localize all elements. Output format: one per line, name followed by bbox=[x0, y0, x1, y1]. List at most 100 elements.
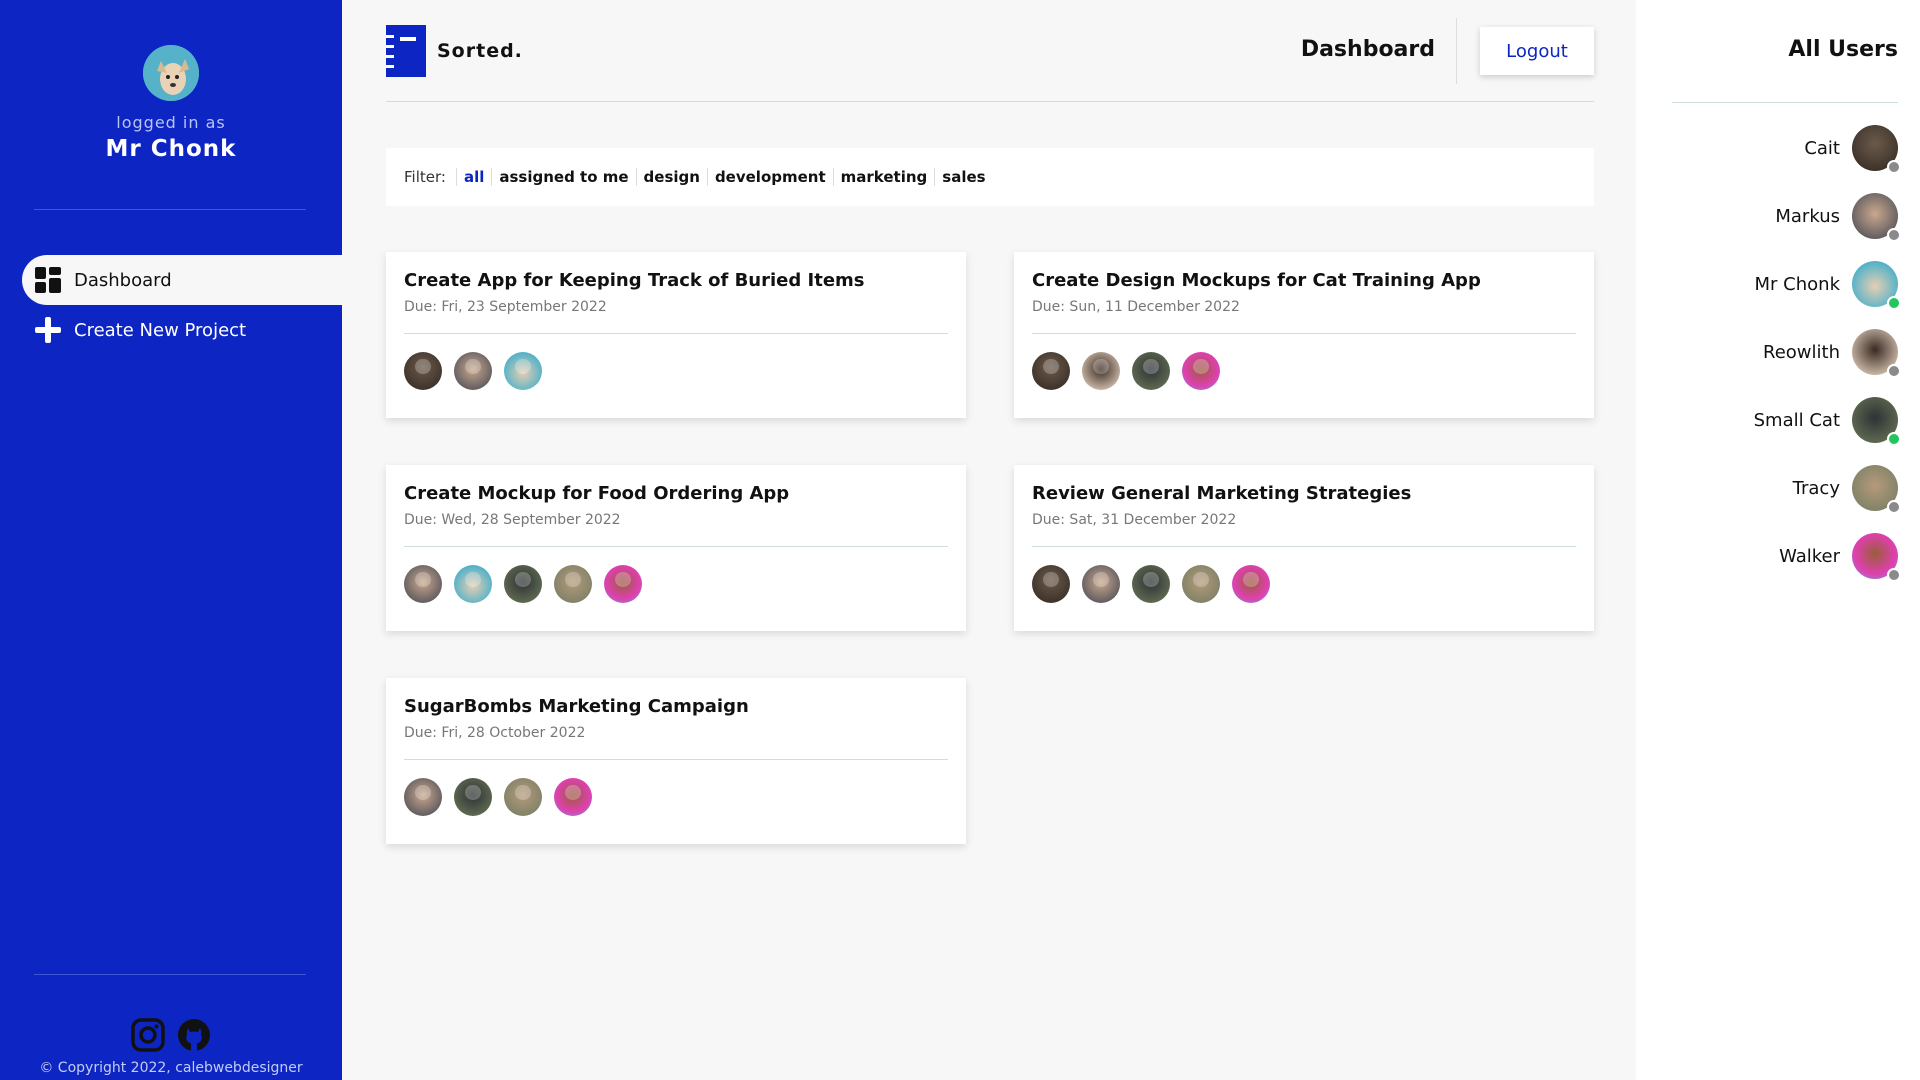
avatar bbox=[1852, 397, 1901, 446]
project-due-date: Due: Fri, 23 September 2022 bbox=[404, 299, 607, 315]
avatar-tracy[interactable] bbox=[554, 565, 592, 603]
avatar-small-cat[interactable] bbox=[454, 778, 492, 816]
status-online-indicator bbox=[1887, 296, 1901, 310]
sidebar-item-dashboard[interactable]: Dashboard bbox=[22, 255, 342, 305]
project-due-date: Due: Fri, 28 October 2022 bbox=[404, 725, 586, 741]
project-card[interactable]: Review General Marketing Strategies Due:… bbox=[1014, 465, 1594, 631]
top-bar: Sorted. Dashboard Logout bbox=[386, 0, 1594, 102]
avatar-markus[interactable] bbox=[1082, 565, 1120, 603]
user-name: Small Cat bbox=[1753, 409, 1840, 431]
sidebar-nav: Dashboard Create New Project bbox=[22, 255, 342, 355]
project-title: Create Design Mockups for Cat Training A… bbox=[1032, 270, 1481, 291]
avatar-reowlith[interactable] bbox=[1082, 352, 1120, 390]
avatar-mr-chonk[interactable] bbox=[504, 352, 542, 390]
user-item-reowlith[interactable]: Reowlith bbox=[1763, 329, 1901, 378]
card-divider bbox=[1032, 333, 1576, 334]
project-title: Create Mockup for Food Ordering App bbox=[404, 483, 790, 504]
dog-avatar-icon bbox=[143, 45, 199, 101]
assignee-list bbox=[404, 565, 948, 603]
sidebar-item-label: Create New Project bbox=[74, 319, 247, 341]
status-online-indicator bbox=[1887, 432, 1901, 446]
project-due-date: Due: Wed, 28 September 2022 bbox=[404, 512, 621, 528]
project-card[interactable]: SugarBombs Marketing Campaign Due: Fri, … bbox=[386, 678, 966, 844]
avatar bbox=[1852, 465, 1901, 514]
status-offline-indicator bbox=[1887, 364, 1901, 378]
avatar-markus[interactable] bbox=[454, 352, 492, 390]
assignee-list bbox=[1032, 352, 1576, 390]
avatar-walker[interactable] bbox=[1182, 352, 1220, 390]
avatar-mr-chonk[interactable] bbox=[454, 565, 492, 603]
avatar-cait[interactable] bbox=[404, 352, 442, 390]
status-offline-indicator bbox=[1887, 228, 1901, 242]
filter-option-all[interactable]: all bbox=[455, 168, 491, 186]
user-name: Reowlith bbox=[1763, 341, 1840, 363]
avatar-walker[interactable] bbox=[1232, 565, 1270, 603]
project-title: Review General Marketing Strategies bbox=[1032, 483, 1412, 504]
logout-button[interactable]: Logout bbox=[1480, 27, 1594, 75]
user-name: Markus bbox=[1775, 205, 1840, 227]
avatar-walker[interactable] bbox=[604, 565, 642, 603]
filter-label: Filter: bbox=[404, 168, 446, 186]
project-due-date: Due: Sat, 31 December 2022 bbox=[1032, 512, 1237, 528]
copyright: © Copyright 2022, calebwebdesigner bbox=[39, 1060, 303, 1076]
avatar bbox=[1852, 193, 1901, 242]
avatar-walker[interactable] bbox=[554, 778, 592, 816]
logo[interactable]: Sorted. bbox=[386, 25, 523, 77]
logged-in-label: logged in as bbox=[116, 113, 226, 132]
user-item-small-cat[interactable]: Small Cat bbox=[1753, 397, 1901, 446]
main-content: Sorted. Dashboard Logout Filter: all ass… bbox=[342, 0, 1636, 1080]
avatar-markus[interactable] bbox=[404, 565, 442, 603]
user-name: Tracy bbox=[1792, 477, 1840, 499]
filter-option-marketing[interactable]: marketing bbox=[832, 168, 935, 186]
status-offline-indicator bbox=[1887, 160, 1901, 174]
user-name: Cait bbox=[1804, 137, 1840, 159]
notebook-logo-icon bbox=[386, 25, 426, 77]
filter-option-design[interactable]: design bbox=[635, 168, 707, 186]
header-divider bbox=[1456, 18, 1457, 84]
sidebar-divider bbox=[34, 974, 306, 975]
avatar-markus[interactable] bbox=[404, 778, 442, 816]
users-panel-title: All Users bbox=[1788, 37, 1898, 62]
assignee-list bbox=[1032, 565, 1576, 603]
project-card[interactable]: Create Mockup for Food Ordering App Due:… bbox=[386, 465, 966, 631]
user-item-tracy[interactable]: Tracy bbox=[1792, 465, 1901, 514]
github-icon[interactable] bbox=[177, 1018, 211, 1052]
users-divider bbox=[1672, 102, 1898, 103]
plus-icon bbox=[34, 316, 62, 344]
avatar-tracy[interactable] bbox=[504, 778, 542, 816]
avatar-small-cat[interactable] bbox=[504, 565, 542, 603]
instagram-icon[interactable] bbox=[131, 1018, 165, 1052]
card-divider bbox=[404, 546, 948, 547]
current-user: logged in as Mr Chonk bbox=[0, 0, 342, 162]
avatar-tracy[interactable] bbox=[1182, 565, 1220, 603]
filter-option-assigned-to-me[interactable]: assigned to me bbox=[491, 168, 635, 186]
status-offline-indicator bbox=[1887, 568, 1901, 582]
project-due-date: Due: Sun, 11 December 2022 bbox=[1032, 299, 1240, 315]
avatar-cait[interactable] bbox=[1032, 352, 1070, 390]
user-item-walker[interactable]: Walker bbox=[1779, 533, 1901, 582]
current-username: Mr Chonk bbox=[105, 136, 237, 162]
filter-option-sales[interactable]: sales bbox=[934, 168, 992, 186]
avatar bbox=[1852, 533, 1901, 582]
user-name: Mr Chonk bbox=[1754, 273, 1840, 295]
filter-bar: Filter: all assigned to me design develo… bbox=[386, 148, 1594, 206]
avatar-small-cat[interactable] bbox=[1132, 565, 1170, 603]
sidebar-item-create-project[interactable]: Create New Project bbox=[22, 305, 342, 355]
assignee-list bbox=[404, 352, 948, 390]
card-divider bbox=[404, 333, 948, 334]
sidebar-item-label: Dashboard bbox=[74, 269, 172, 291]
project-card[interactable]: Create App for Keeping Track of Buried I… bbox=[386, 252, 966, 418]
avatar bbox=[1852, 329, 1901, 378]
avatar-small-cat[interactable] bbox=[1132, 352, 1170, 390]
project-card[interactable]: Create Design Mockups for Cat Training A… bbox=[1014, 252, 1594, 418]
assignee-list bbox=[404, 778, 948, 816]
filter-option-development[interactable]: development bbox=[706, 168, 833, 186]
avatar bbox=[143, 45, 199, 101]
page-title: Dashboard bbox=[1300, 37, 1435, 62]
card-divider bbox=[404, 759, 948, 760]
avatar-cait[interactable] bbox=[1032, 565, 1070, 603]
social-links bbox=[0, 1018, 342, 1052]
user-item-mr-chonk[interactable]: Mr Chonk bbox=[1754, 261, 1901, 310]
user-item-cait[interactable]: Cait bbox=[1804, 125, 1901, 174]
user-item-markus[interactable]: Markus bbox=[1775, 193, 1901, 242]
